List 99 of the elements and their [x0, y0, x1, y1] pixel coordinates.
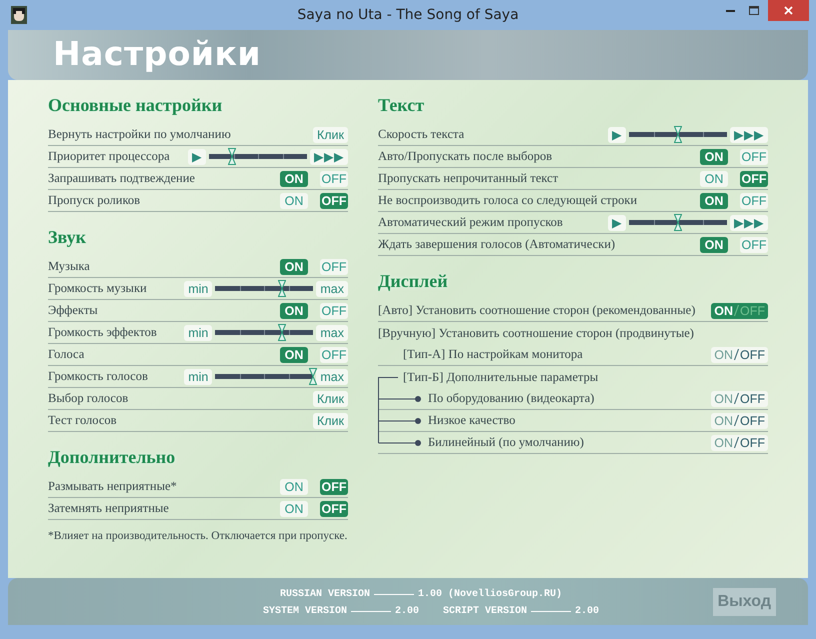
version-value: 2.00	[575, 605, 600, 619]
version-label: RUSSIAN VERSION	[280, 588, 370, 602]
click-button[interactable]: Клик	[312, 390, 348, 406]
slider-thumb[interactable]	[278, 324, 286, 341]
off-button[interactable]: OFF	[320, 192, 348, 208]
close-icon	[784, 6, 793, 15]
on-off-toggle[interactable]: ON OFF	[711, 412, 768, 428]
setting-label: Автоматический режим пропусков	[378, 214, 563, 232]
section-heading: Текст	[378, 94, 426, 117]
setting-label: Низкое качество	[428, 412, 516, 430]
setting-label: Не воспроизводить голоса со следующей строки	[378, 192, 638, 210]
slider-start-button[interactable]: ▶	[608, 126, 626, 142]
slider-thumb[interactable]	[228, 148, 236, 165]
setting-label: По оборудованию (видеокарта)	[428, 390, 594, 408]
on-off-toggle[interactable]: ON OFF	[711, 434, 768, 450]
slider-end-button[interactable]: max	[316, 324, 348, 340]
setting-label: Скорость текста	[378, 126, 464, 144]
off-button[interactable]: OFF	[320, 302, 348, 318]
on-button[interactable]: ON	[280, 346, 308, 362]
slider-thumb[interactable]	[674, 126, 682, 143]
setting-label: Размывать неприятные*	[48, 478, 177, 496]
setting-label: Громкость музыки	[48, 280, 147, 298]
section-heading: Основные настройки	[48, 94, 224, 117]
on-button[interactable]: ON	[280, 500, 308, 516]
slider-track[interactable]	[215, 324, 314, 341]
section-heading: Дисплей	[378, 270, 449, 293]
setting-label: Ждать завершения голосов (Автоматически)	[378, 236, 616, 254]
app-icon	[11, 6, 27, 24]
setting-label: Авто/Пропускать после выборов	[378, 148, 552, 166]
off-button[interactable]: OFF	[740, 170, 768, 186]
on-off-toggle[interactable]: ON OFF	[711, 390, 768, 406]
slider-thumb[interactable]	[278, 280, 286, 297]
section-heading: Дополнительно	[48, 446, 176, 469]
click-button[interactable]: Клик	[312, 412, 348, 428]
slider-thumb[interactable]	[674, 214, 682, 231]
setting-label: Пропускать непрочитанный текст	[378, 170, 558, 188]
setting-label: Билинейный (по умолчанию)	[428, 434, 584, 452]
on-button[interactable]: ON	[280, 170, 308, 186]
setting-label: Громкость эффектов	[48, 324, 157, 342]
slider-track[interactable]	[629, 214, 727, 231]
off-button[interactable]: OFF	[320, 258, 348, 274]
slider-track[interactable]	[209, 148, 307, 165]
slider-end-button[interactable]: ▶▶▶	[730, 214, 768, 230]
setting-label: Пропуск роликов	[48, 192, 140, 210]
on-button[interactable]: ON	[700, 148, 728, 164]
setting-label: Затемнять неприятные	[48, 500, 169, 518]
setting-label: [Авто] Установить соотношение сторон (рекомендованные)	[378, 302, 696, 320]
slider-start-button[interactable]: ▶	[608, 214, 626, 230]
page-title: Настройки	[53, 34, 262, 73]
on-button[interactable]: ON	[280, 302, 308, 318]
off-button[interactable]: OFF	[320, 500, 348, 516]
slider-track[interactable]	[215, 280, 314, 297]
slider-track[interactable]	[629, 126, 727, 143]
setting-label: Эффекты	[48, 302, 98, 320]
on-button[interactable]: ON	[700, 170, 728, 186]
version-value: 2.00	[395, 605, 420, 619]
close-button[interactable]	[768, 0, 809, 21]
setting-label: [Тип-А] По настройкам монитора	[403, 346, 583, 364]
version-value: 1.00 (NovelliosGroup.RU)	[418, 588, 562, 602]
setting-label: Запрашивать подтвеждение	[48, 170, 195, 188]
setting-label: Громкость голосов	[48, 368, 148, 386]
on-off-toggle[interactable]: ON OFF	[711, 302, 768, 318]
setting-label: [Вручную] Установить соотношение сторон (продвинутые)	[378, 324, 694, 342]
minimize-icon	[726, 9, 734, 12]
version-label: SCRIPT VERSION	[443, 605, 528, 619]
section-heading: Звук	[48, 226, 87, 249]
slider-start-button[interactable]: min	[184, 280, 212, 296]
off-button[interactable]: OFF	[320, 346, 348, 362]
off-button[interactable]: OFF	[320, 478, 348, 494]
slider-end-button[interactable]: max	[316, 368, 348, 384]
setting-label: [Тип-Б] Дополнительные параметры	[403, 368, 598, 386]
slider-end-button[interactable]: ▶▶▶	[310, 148, 348, 164]
slider-end-button[interactable]: ▶▶▶	[730, 126, 768, 142]
click-button[interactable]: Клик	[312, 126, 348, 142]
on-off-toggle[interactable]: ON OFF	[711, 346, 768, 362]
on-button[interactable]: ON	[280, 478, 308, 494]
off-button[interactable]: OFF	[740, 236, 768, 252]
on-button[interactable]: ON	[280, 258, 308, 274]
slider-start-button[interactable]: min	[184, 324, 212, 340]
slider-start-button[interactable]: ▶	[188, 148, 206, 164]
on-button[interactable]: ON	[700, 192, 728, 208]
on-button[interactable]: ON	[700, 236, 728, 252]
slider-end-button[interactable]: max	[316, 280, 348, 296]
setting-label: Музыка	[48, 258, 90, 276]
footnote: *Влияет на производительность. Отключается при пропуске.	[48, 529, 348, 544]
setting-label: Голоса	[48, 346, 84, 364]
off-button[interactable]: OFF	[320, 170, 348, 186]
version-label: SYSTEM VERSION	[263, 605, 348, 619]
exit-button[interactable]: Выход	[712, 588, 776, 616]
slider-start-button[interactable]: min	[184, 368, 212, 384]
off-button[interactable]: OFF	[740, 148, 768, 164]
setting-label: Приоритет процессора	[48, 148, 170, 166]
setting-label: Тест голосов	[48, 412, 117, 430]
maximize-icon	[749, 6, 759, 15]
setting-label: Вернуть настройки по умолчанию	[48, 126, 231, 144]
window-title: Saya no Uta - The Song of Saya	[297, 7, 519, 23]
setting-label: Выбор голосов	[48, 390, 128, 408]
off-button[interactable]: OFF	[740, 192, 768, 208]
on-button[interactable]: ON	[280, 192, 308, 208]
